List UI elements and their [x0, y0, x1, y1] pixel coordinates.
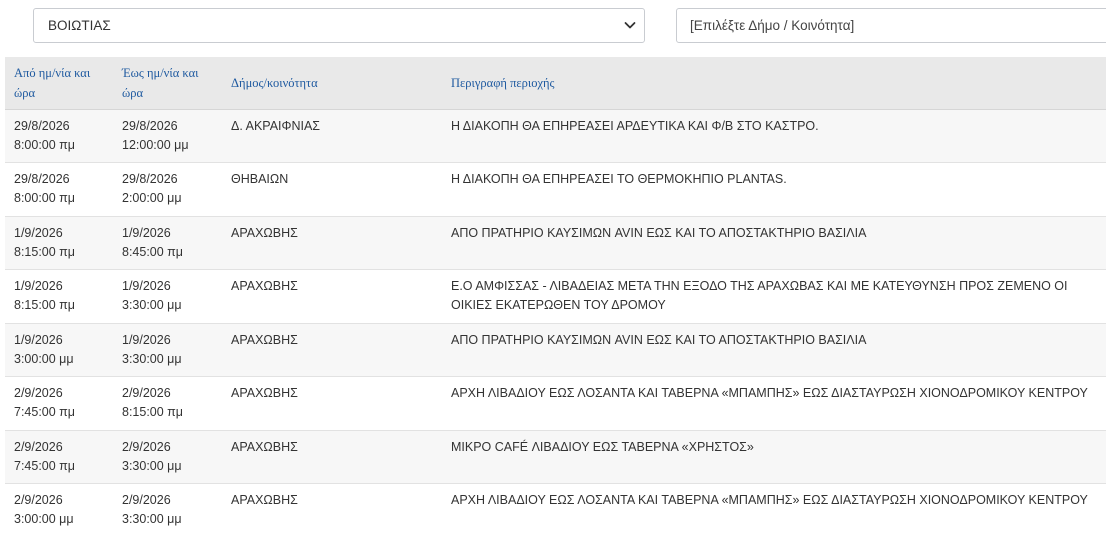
region-select-value: ΒΟΙΩΤΙΑΣ [48, 18, 111, 33]
to-date: 2/9/2026 [122, 439, 171, 454]
cell-from: 1/9/2026 3:00:00 μμ [5, 322, 113, 377]
description-line1: ΑΡΧΗ ΛΙΒΑΔΙΟΥ ΕΩΣ ΛΟΣΑΝΤΑ ΚΑΙ ΤΑΒΕΡΝΑ «Μ… [451, 386, 1088, 400]
from-time: 7:45:00 πμ [14, 458, 76, 473]
cell-from: 2/9/2026 7:45:00 πμ [5, 429, 113, 484]
table-row: 29/8/2026 8:00:00 πμ 29/8/2026 2:00:00 μμ … [5, 162, 1106, 216]
to-time: 3:30:00 μμ [122, 512, 182, 526]
to-time: 3:30:00 μμ [122, 458, 182, 473]
cell-municipality: ΑΡΑΧΩΒΗΣ [222, 215, 442, 270]
from-date: 2/9/2026 [14, 439, 63, 454]
table-header-row: Από ημ/νία και ώρα Έως ημ/νία και ώρα Δή… [5, 57, 1106, 110]
cell-description: Η ΔΙΑΚΟΠΗ ΘΑ ΕΠΗΡΕΑΣΕΙ ΑΡΔΕΥΤΙΚΑ ΚΑΙ Φ/Β… [442, 108, 1106, 163]
cell-description: ΑΡΧΗ ΛΙΒΑΔΙΟΥ ΕΩΣ ΛΟΣΑΝΤΑ ΚΑΙ ΤΑΒΕΡΝΑ «Μ… [442, 483, 1106, 537]
from-date: 1/9/2026 [14, 225, 63, 240]
cell-from: 29/8/2026 8:00:00 πμ [5, 162, 113, 216]
to-time: 3:30:00 μμ [122, 351, 182, 366]
cell-municipality: ΑΡΑΧΩΒΗΣ [222, 322, 442, 377]
from-date: 2/9/2026 [14, 493, 63, 507]
description-line1: Η ΔΙΑΚΟΠΗ ΘΑ ΕΠΗΡΕΑΣΕΙ ΑΡΔΕΥΤΙΚΑ ΚΑΙ Φ/Β… [451, 118, 819, 133]
filter-bar: ΒΟΙΩΤΙΑΣ [Επιλέξτε Δήμο / Κοινότητα] [0, 8, 1106, 45]
cell-description: Ε.Ο ΑΜΦΙΣΣΑΣ - ΛΙΒΑΔΕΙΑΣ ΜΕΤΑ ΤΗΝ ΕΞΟΔΟ … [442, 269, 1106, 323]
header-to-line1: Έως ημ/νία και [122, 65, 199, 80]
to-date: 29/8/2026 [122, 118, 178, 133]
to-date: 2/9/2026 [122, 386, 171, 400]
to-time: 2:00:00 μμ [122, 191, 182, 205]
cell-municipality: ΑΡΑΧΩΒΗΣ [222, 483, 442, 537]
table-row: 1/9/2026 3:00:00 μμ 1/9/2026 3:30:00 μμ ΑΡ… [5, 322, 1106, 377]
to-date: 1/9/2026 [122, 279, 171, 293]
cell-from: 1/9/2026 8:15:00 πμ [5, 215, 113, 270]
description-line1: ΑΠΟ ΠΡΑΤΗΡΙΟ ΚΑΥΣΙΜΩΝ AVIN ΕΩΣ ΚΑΙ ΤΟ ΑΠ… [451, 332, 867, 347]
description-line1: ΑΠΟ ΠΡΑΤΗΡΙΟ ΚΑΥΣΙΜΩΝ AVIN ΕΩΣ ΚΑΙ ΤΟ ΑΠ… [451, 225, 867, 240]
table-row: 1/9/2026 8:15:00 πμ 1/9/2026 8:45:00 πμ ΑΡ… [5, 215, 1106, 270]
from-time: 7:45:00 πμ [14, 405, 76, 419]
from-date: 29/8/2026 [14, 172, 70, 186]
from-time: 8:00:00 πμ [14, 191, 76, 205]
cell-from: 1/9/2026 8:15:00 πμ [5, 269, 113, 323]
cell-to: 29/8/2026 12:00:00 μμ [113, 108, 222, 163]
cell-from: 2/9/2026 3:00:00 μμ [5, 483, 113, 537]
to-date: 29/8/2026 [122, 172, 178, 186]
description-line1: Ε.Ο ΑΜΦΙΣΣΑΣ - ΛΙΒΑΔΕΙΑΣ ΜΕΤΑ ΤΗΝ ΕΞΟΔΟ … [451, 279, 1068, 293]
cell-from: 29/8/2026 8:00:00 πμ [5, 108, 113, 163]
to-time: 8:45:00 πμ [122, 244, 184, 259]
table-row: 2/9/2026 3:00:00 μμ 2/9/2026 3:30:00 μμ ΑΡ… [5, 483, 1106, 537]
table-row: 29/8/2026 8:00:00 πμ 29/8/2026 12:00:00 μμ… [5, 108, 1106, 163]
description-line2: ΟΙΚΙΕΣ ΕΚΑΤΕΡΩΘΕΝ ΤΟΥ ΔΡΟΜΟΥ [451, 298, 666, 312]
header-municipality: Δήμος/κοινότητα [222, 57, 442, 110]
from-date: 1/9/2026 [14, 332, 63, 347]
cell-municipality: ΑΡΑΧΩΒΗΣ [222, 376, 442, 430]
header-description: Περιγραφή περιοχής [442, 57, 1106, 110]
cell-from: 2/9/2026 7:45:00 πμ [5, 376, 113, 430]
cell-municipality: ΑΡΑΧΩΒΗΣ [222, 269, 442, 323]
cell-description: ΑΠΟ ΠΡΑΤΗΡΙΟ ΚΑΥΣΙΜΩΝ AVIN ΕΩΣ ΚΑΙ ΤΟ ΑΠ… [442, 215, 1106, 270]
cell-description: ΑΡΧΗ ΛΙΒΑΔΙΟΥ ΕΩΣ ΛΟΣΑΝΤΑ ΚΑΙ ΤΑΒΕΡΝΑ «Μ… [442, 376, 1106, 430]
municipality-select[interactable]: [Επιλέξτε Δήμο / Κοινότητα] [676, 8, 1106, 43]
cell-to: 1/9/2026 3:30:00 μμ [113, 269, 222, 323]
from-time: 8:15:00 πμ [14, 298, 76, 312]
header-from-line1: Από ημ/νία και [14, 65, 91, 80]
cell-description: Η ΔΙΑΚΟΠΗ ΘΑ ΕΠΗΡΕΑΣΕΙ ΤΟ ΘΕΡΜΟΚΗΠΙΟ PLA… [442, 162, 1106, 216]
cell-description: ΑΠΟ ΠΡΑΤΗΡΙΟ ΚΑΥΣΙΜΩΝ AVIN ΕΩΣ ΚΑΙ ΤΟ ΑΠ… [442, 322, 1106, 377]
table-row: 2/9/2026 7:45:00 πμ 2/9/2026 3:30:00 μμ ΑΡ… [5, 429, 1106, 484]
cell-municipality: ΑΡΑΧΩΒΗΣ [222, 429, 442, 484]
cell-municipality: ΘΗΒΑΙΩΝ [222, 162, 442, 216]
from-time: 8:15:00 πμ [14, 244, 76, 259]
header-to-line2: ώρα [122, 85, 144, 100]
cell-to: 2/9/2026 3:30:00 μμ [113, 429, 222, 484]
region-select[interactable]: ΒΟΙΩΤΙΑΣ [33, 8, 645, 43]
from-date: 2/9/2026 [14, 386, 63, 400]
from-date: 29/8/2026 [14, 118, 70, 133]
to-time: 3:30:00 μμ [122, 298, 182, 312]
header-from-line2: ώρα [14, 85, 36, 100]
from-time: 3:00:00 μμ [14, 512, 74, 526]
table-row: 1/9/2026 8:15:00 πμ 1/9/2026 3:30:00 μμ ΑΡ… [5, 269, 1106, 323]
header-from: Από ημ/νία και ώρα [5, 57, 113, 110]
to-date: 2/9/2026 [122, 493, 171, 507]
header-to: Έως ημ/νία και ώρα [113, 57, 222, 110]
description-line1: Η ΔΙΑΚΟΠΗ ΘΑ ΕΠΗΡΕΑΣΕΙ ΤΟ ΘΕΡΜΟΚΗΠΙΟ PLA… [451, 172, 787, 186]
to-date: 1/9/2026 [122, 225, 171, 240]
table-row: 2/9/2026 7:45:00 πμ 2/9/2026 8:15:00 πμ ΑΡ… [5, 376, 1106, 430]
description-line1: ΑΡΧΗ ΛΙΒΑΔΙΟΥ ΕΩΣ ΛΟΣΑΝΤΑ ΚΑΙ ΤΑΒΕΡΝΑ «Μ… [451, 493, 1088, 507]
to-date: 1/9/2026 [122, 332, 171, 347]
from-time: 8:00:00 πμ [14, 137, 76, 152]
cell-to: 1/9/2026 8:45:00 πμ [113, 215, 222, 270]
cell-to: 2/9/2026 3:30:00 μμ [113, 483, 222, 537]
cell-to: 2/9/2026 8:15:00 πμ [113, 376, 222, 430]
description-line1: ΜΙΚΡΟ CAFÉ ΛΙΒΑΔΙΟΥ ΕΩΣ ΤΑΒΕΡΝΑ «ΧΡΗΣΤΟΣ… [451, 439, 754, 454]
cell-to: 1/9/2026 3:30:00 μμ [113, 322, 222, 377]
municipality-select-placeholder: [Επιλέξτε Δήμο / Κοινότητα] [690, 18, 855, 33]
cell-description: ΜΙΚΡΟ CAFÉ ΛΙΒΑΔΙΟΥ ΕΩΣ ΤΑΒΕΡΝΑ «ΧΡΗΣΤΟΣ… [442, 429, 1106, 484]
chevron-down-icon [624, 22, 636, 29]
to-time: 8:15:00 πμ [122, 405, 184, 419]
outages-table: Από ημ/νία και ώρα Έως ημ/νία και ώρα Δή… [5, 57, 1106, 537]
cell-to: 29/8/2026 2:00:00 μμ [113, 162, 222, 216]
from-time: 3:00:00 μμ [14, 351, 74, 366]
cell-municipality: Δ. ΑΚΡΑΙΦΝΙΑΣ [222, 108, 442, 163]
from-date: 1/9/2026 [14, 279, 63, 293]
to-time: 12:00:00 μμ [122, 137, 189, 152]
